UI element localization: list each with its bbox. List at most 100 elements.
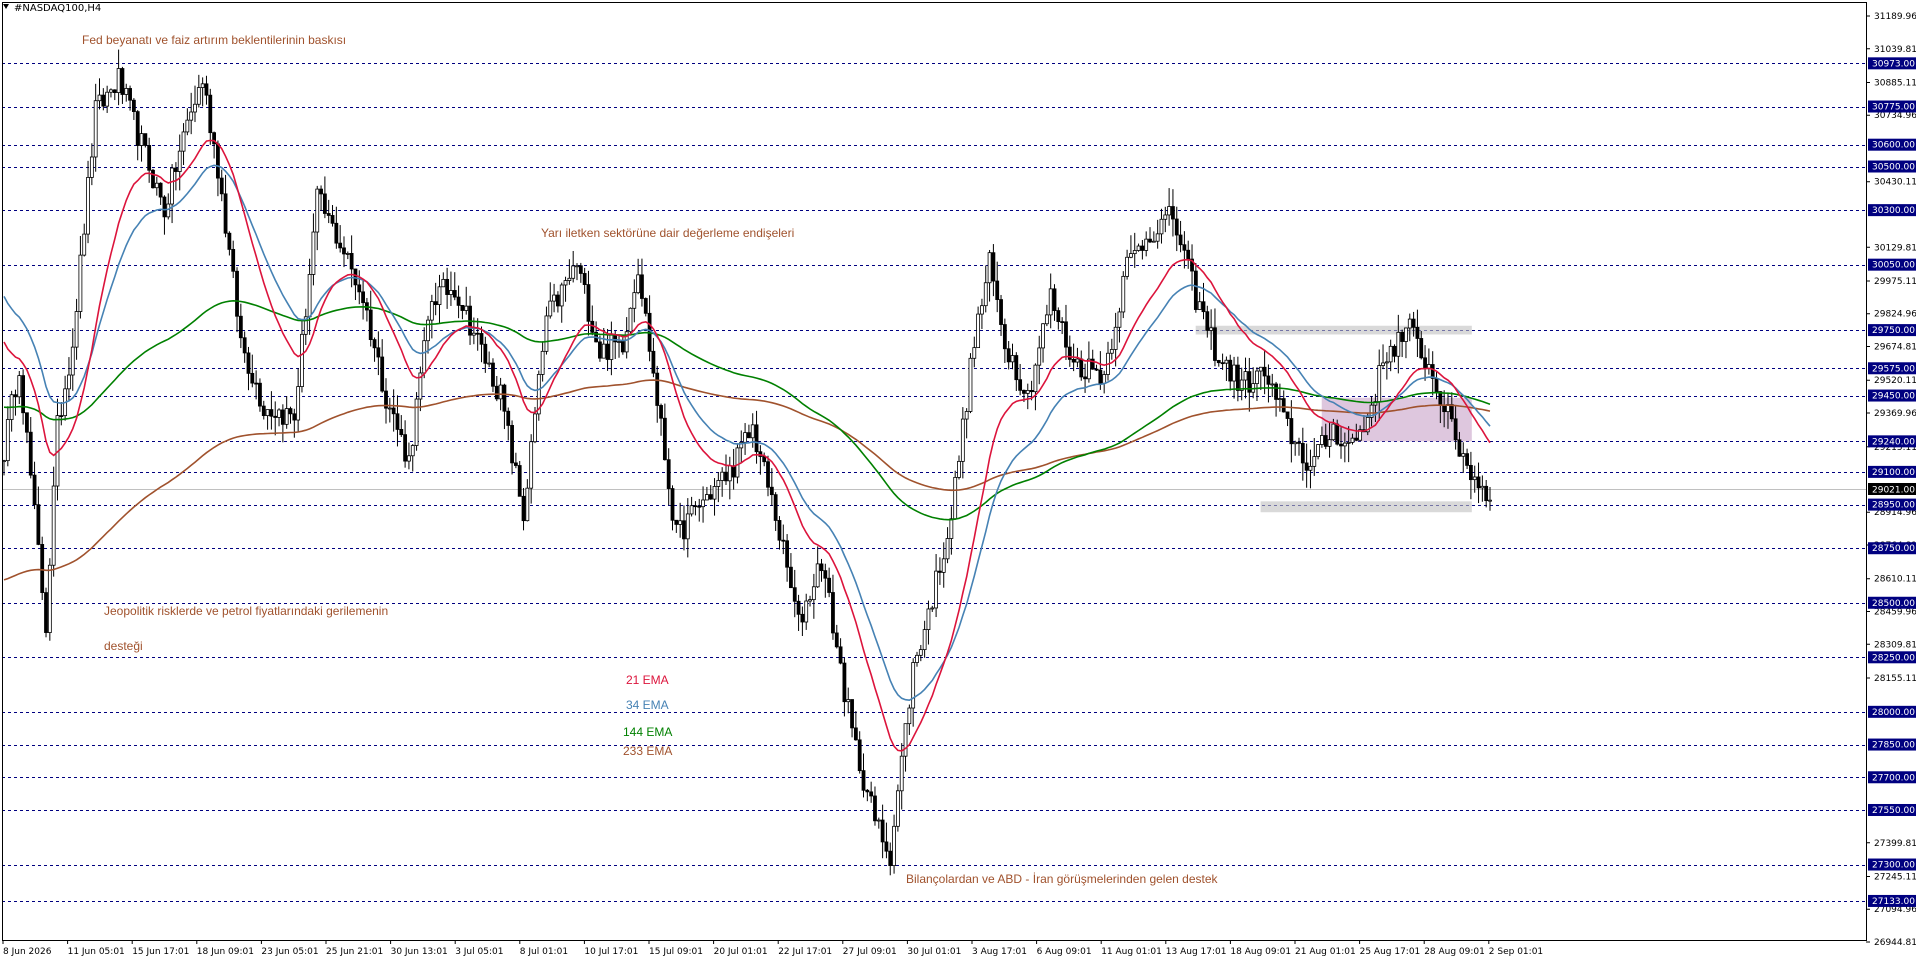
candle-bull <box>105 91 110 107</box>
y-tick-label: 30885.11 <box>1874 78 1916 88</box>
candle-bear <box>330 215 335 224</box>
candle-bear <box>151 169 155 189</box>
candle-bull <box>1075 358 1080 363</box>
candle-bear <box>586 284 591 322</box>
candle-bear <box>28 431 33 476</box>
candle-bear <box>1465 453 1469 466</box>
candle-bull <box>1224 359 1229 364</box>
candle-bull <box>1258 366 1263 372</box>
zone-gray <box>1260 501 1472 513</box>
candle-bear <box>483 343 488 364</box>
candle-bear <box>1300 443 1305 464</box>
candle-bear <box>273 415 278 418</box>
candle-bull <box>987 252 992 284</box>
candle-bull <box>296 386 301 421</box>
candle-bull <box>907 707 912 725</box>
candle-bull <box>1342 442 1347 447</box>
candle-bear <box>1354 437 1359 441</box>
candle-bear <box>502 384 507 412</box>
candle-bear <box>44 592 48 633</box>
candle-bear <box>1006 348 1011 363</box>
candle-bear <box>1430 364 1435 379</box>
candle-bear <box>1174 218 1179 236</box>
candle-bull <box>525 487 530 522</box>
level-price-label: 30775.00 <box>1872 103 1915 113</box>
candle-bear <box>1148 238 1152 243</box>
candle-bull <box>1121 275 1126 313</box>
y-tick-label: 27399.81 <box>1874 839 1916 849</box>
candle-bull <box>601 343 606 359</box>
candle-bull <box>93 100 98 158</box>
candle-bull <box>811 586 816 601</box>
candle-bear <box>865 789 870 793</box>
current-price-label: 29021.00 <box>1872 486 1915 496</box>
candle-bear <box>693 505 698 508</box>
candle-bear <box>938 570 942 573</box>
candle-bear <box>1071 358 1076 363</box>
candle-bull <box>980 305 984 315</box>
candle-bear <box>884 841 889 852</box>
y-tick-label: 28610.11 <box>1874 575 1916 585</box>
price-chart[interactable]: 31189.96 31039.81 30885.11 30734.96 30430.11… <box>0 0 1916 963</box>
candle-bear <box>995 280 1000 300</box>
chart-background <box>0 0 1916 963</box>
candle-bull <box>67 374 71 390</box>
candle-bull <box>471 332 476 336</box>
y-tick-label: 30430.11 <box>1874 178 1916 188</box>
x-tick-label: 30 Jun 13:01 <box>391 947 448 957</box>
level-price-label: 30500.00 <box>1872 163 1915 173</box>
candle-bull <box>1312 456 1317 467</box>
candle-bull <box>1086 358 1091 380</box>
candle-bull <box>949 518 954 539</box>
candle-bull <box>300 333 304 387</box>
x-tick-label: 10 Jul 17:01 <box>584 947 638 957</box>
candle-bull <box>5 419 10 462</box>
candle-bear <box>361 291 365 304</box>
candle-bear <box>1193 270 1198 310</box>
level-price-label: 28950.00 <box>1872 501 1915 511</box>
candle-bull <box>196 87 201 105</box>
candle-bear <box>1468 464 1473 481</box>
candle-bull <box>968 357 973 412</box>
candle-bull <box>1255 370 1259 385</box>
candle-bull <box>1270 383 1275 386</box>
candle-bear <box>613 334 618 343</box>
candle-bull <box>193 103 197 113</box>
candle-bear <box>219 177 224 195</box>
candle-bull <box>1209 327 1214 331</box>
candle-bear <box>1297 441 1301 444</box>
candle-bull <box>727 465 732 482</box>
candle-bull <box>1109 349 1114 354</box>
candle-bear <box>261 405 266 417</box>
x-tick-label: 27 Jul 09:01 <box>843 947 897 957</box>
y-tick-label: 29369.96 <box>1874 409 1916 419</box>
candle-bull <box>181 131 186 152</box>
candle-bear <box>853 727 858 741</box>
x-tick-label: 6 Aug 09:01 <box>1037 947 1092 957</box>
candle-bear <box>1205 311 1210 331</box>
candle-bull <box>922 629 927 651</box>
annotation-earnings-iran: Bilançolardan ve ABD - İran görüşmelerin… <box>906 872 1219 886</box>
candle-bull <box>1159 218 1164 235</box>
candle-bull <box>414 398 419 446</box>
candle-bear <box>655 372 660 406</box>
candle-bull <box>808 599 812 602</box>
legend-ema21: 21 EMA <box>626 673 669 687</box>
candle-bull <box>1308 465 1313 471</box>
candle-bull <box>441 278 446 288</box>
level-price-label: 27700.00 <box>1872 773 1915 783</box>
x-tick-label: 15 Jun 17:01 <box>132 947 189 957</box>
candle-bull <box>1384 361 1389 364</box>
candle-bull <box>70 346 75 376</box>
candle-bear <box>368 309 373 340</box>
level-price-label: 29100.00 <box>1872 468 1915 478</box>
candle-bear <box>651 350 656 374</box>
candle-bull <box>701 499 705 508</box>
candle-bull <box>617 341 621 343</box>
candle-bear <box>25 412 29 433</box>
x-tick-label: 23 Jun 05:01 <box>261 947 318 957</box>
x-tick-label: 18 Aug 09:01 <box>1230 947 1291 957</box>
candle-bear <box>246 352 251 374</box>
candle-bull <box>1243 371 1248 381</box>
annotation-semiconductor: Yarı iletken sektörüne dair değerleme en… <box>541 226 794 240</box>
